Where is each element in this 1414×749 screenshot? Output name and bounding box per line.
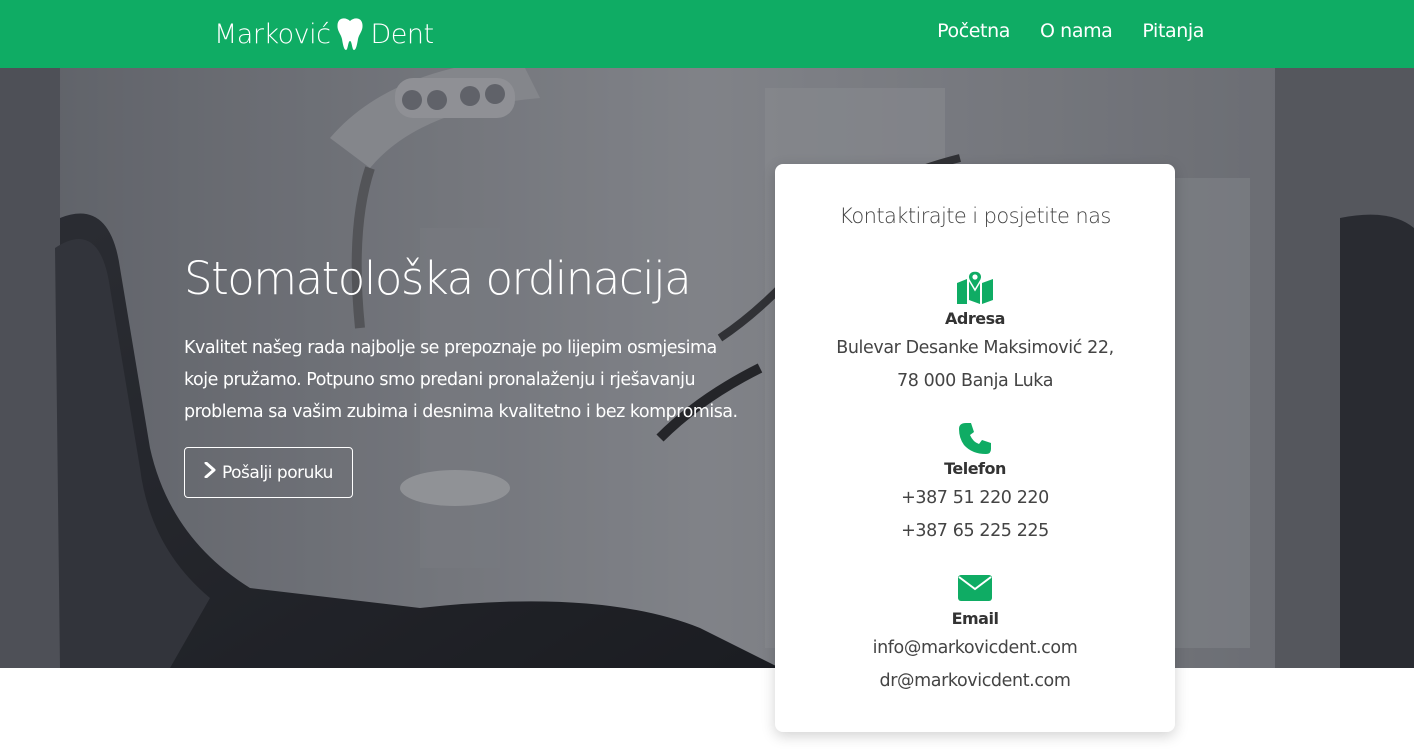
brand-logo[interactable]: Marković Dent [214, 14, 434, 54]
address-line-1: Bulevar Desanke Maksimović 22, [836, 338, 1114, 358]
chevron-right-icon [204, 461, 216, 483]
navbar: Marković Dent Početna O nama Pitanja [0, 0, 1414, 68]
send-message-label: Pošalji poruku [222, 462, 333, 483]
map-icon [775, 270, 1175, 306]
hero-section: Stomatološka ordinacija Kvalitet našeg r… [0, 68, 1414, 668]
address-line-2: 78 000 Banja Luka [896, 371, 1054, 391]
email-label: Email [951, 609, 999, 628]
phone-line-2[interactable]: +387 65 225 225 [775, 515, 1175, 548]
brand-name-right: Dent [370, 18, 434, 50]
email-line-2[interactable]: dr@markovicdent.com [775, 665, 1175, 698]
hero-title: Stomatološka ordinacija [184, 252, 692, 305]
address-block: Adresa Bulevar Desanke Maksimović 22, 78… [775, 270, 1175, 398]
phone-line-1[interactable]: +387 51 220 220 [775, 482, 1175, 515]
nav-links: Početna O nama Pitanja [937, 20, 1204, 42]
nav-link-pocetna[interactable]: Početna [937, 20, 1010, 42]
brand-name-left: Marković [214, 18, 331, 50]
contact-card: Kontaktirajte i posjetite nas Adresa Bul… [775, 164, 1175, 732]
nav-link-pitanja[interactable]: Pitanja [1142, 20, 1204, 42]
contact-title: Kontaktirajte i posjetite nas [839, 204, 1111, 228]
email-line-1[interactable]: info@markovicdent.com [775, 632, 1175, 665]
send-message-button[interactable]: Pošalji poruku [184, 447, 353, 498]
address-label: Adresa [945, 309, 1005, 328]
phone-icon [775, 420, 1175, 456]
tooth-icon [336, 17, 364, 51]
email-block: Email info@markovicdent.com dr@markovicd… [775, 570, 1175, 698]
nav-link-o-nama[interactable]: O nama [1040, 20, 1113, 42]
phone-label: Telefon [944, 459, 1006, 478]
envelope-icon [775, 570, 1175, 606]
hero-description: Kvalitet našeg rada najbolje se prepozna… [184, 338, 738, 422]
phone-block: Telefon +387 51 220 220 +387 65 225 225 [775, 420, 1175, 548]
